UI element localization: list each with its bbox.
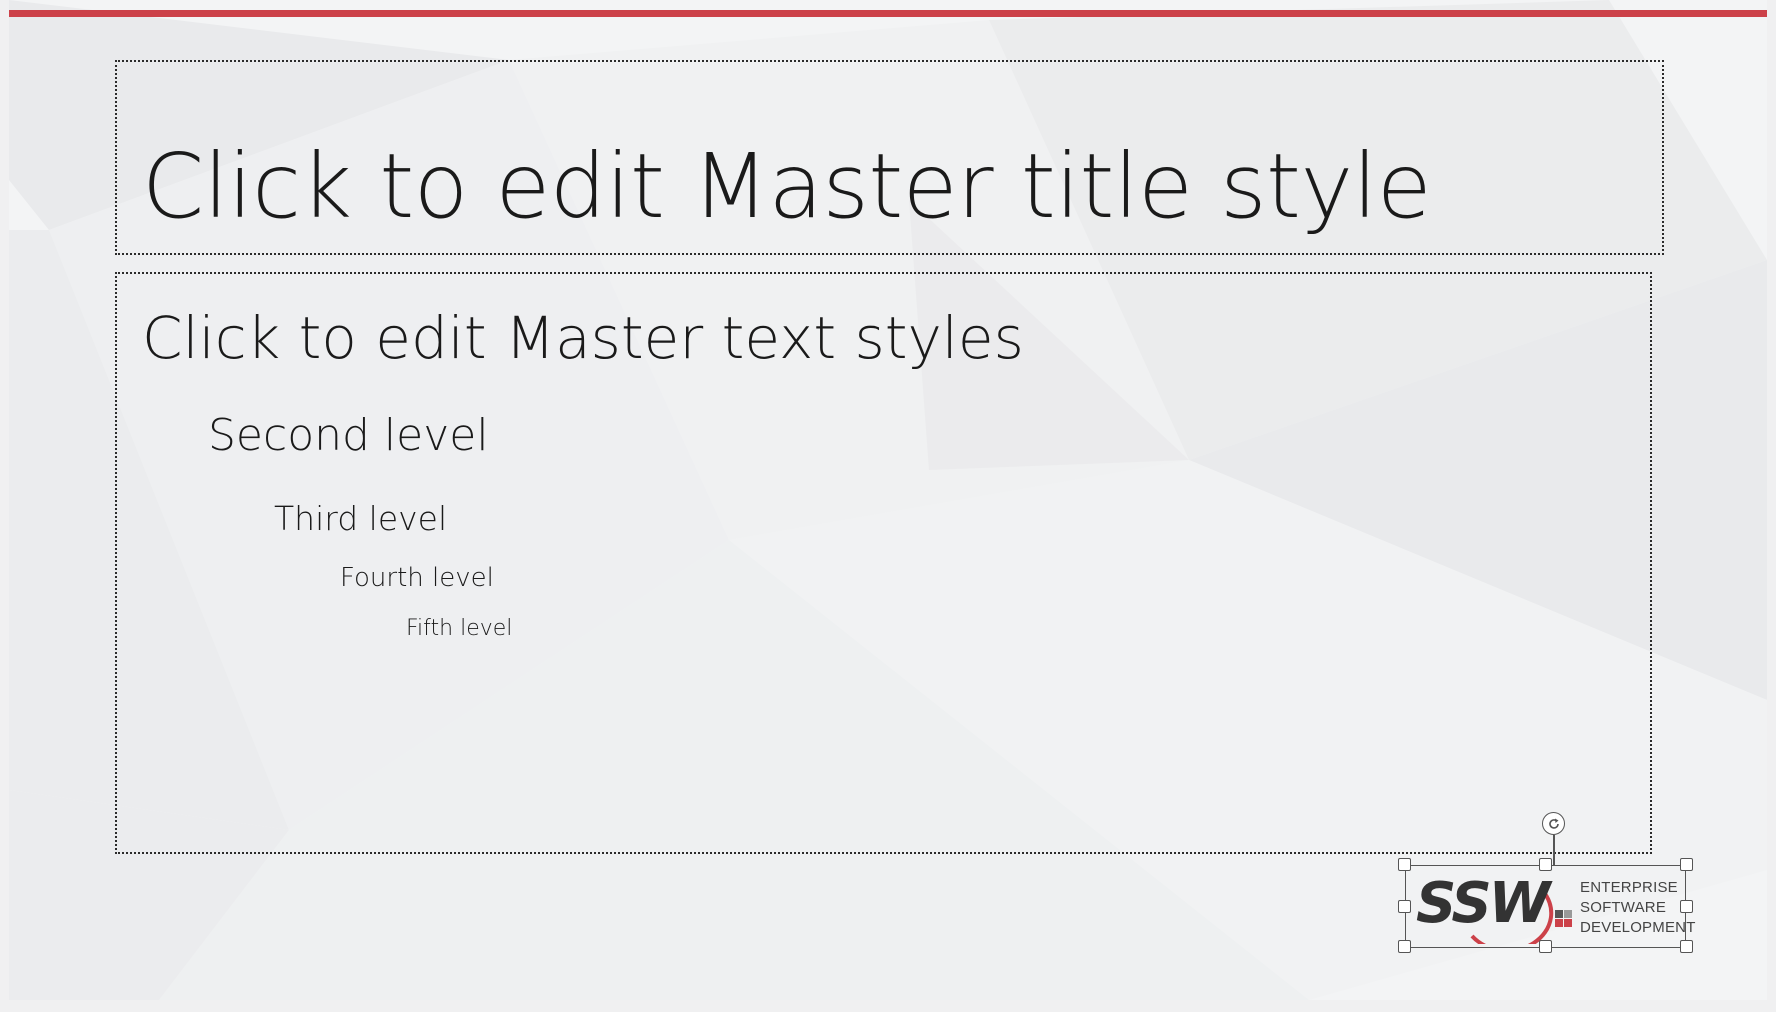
body-level-1[interactable]: Click to edit Master text styles bbox=[142, 309, 1024, 367]
accent-bar bbox=[9, 10, 1767, 17]
body-level-2[interactable]: Second level bbox=[208, 414, 489, 458]
resize-handle-top-center[interactable] bbox=[1539, 858, 1552, 871]
rotate-stem bbox=[1553, 835, 1555, 865]
title-placeholder[interactable]: Click to edit Master title style bbox=[115, 60, 1664, 255]
logo-tagline: ENTERPRISE SOFTWARE DEVELOPMENT bbox=[1580, 878, 1696, 938]
body-level-3[interactable]: Third level bbox=[274, 502, 447, 535]
slide-master-canvas: Click to edit Master title style Click t… bbox=[9, 0, 1767, 1000]
rotate-icon[interactable] bbox=[1542, 812, 1565, 835]
tagline-line-1: ENTERPRISE bbox=[1580, 879, 1678, 896]
tagline-line-2: SOFTWARE bbox=[1580, 899, 1667, 916]
resize-handle-top-left[interactable] bbox=[1398, 858, 1411, 871]
title-text[interactable]: Click to edit Master title style bbox=[142, 142, 1432, 231]
body-level-4[interactable]: Fourth level bbox=[340, 565, 494, 591]
ssw-logo: SSW bbox=[1414, 870, 1584, 944]
body-placeholder[interactable]: Click to edit Master text styles Second … bbox=[115, 272, 1652, 854]
logo-selection[interactable]: SSW ENTERPRISE SOFTWARE DEVELOPMENT bbox=[1405, 865, 1695, 948]
logo-wordmark: SSW bbox=[1416, 871, 1550, 936]
resize-handle-bottom-right[interactable] bbox=[1680, 940, 1693, 953]
resize-handle-top-right[interactable] bbox=[1680, 858, 1693, 871]
tagline-line-3: DEVELOPMENT bbox=[1580, 919, 1696, 936]
resize-handle-middle-right[interactable] bbox=[1680, 900, 1693, 913]
resize-handle-bottom-center[interactable] bbox=[1539, 940, 1552, 953]
resize-handle-bottom-left[interactable] bbox=[1398, 940, 1411, 953]
body-level-5[interactable]: Fifth level bbox=[406, 618, 512, 640]
resize-handle-middle-left[interactable] bbox=[1398, 900, 1411, 913]
